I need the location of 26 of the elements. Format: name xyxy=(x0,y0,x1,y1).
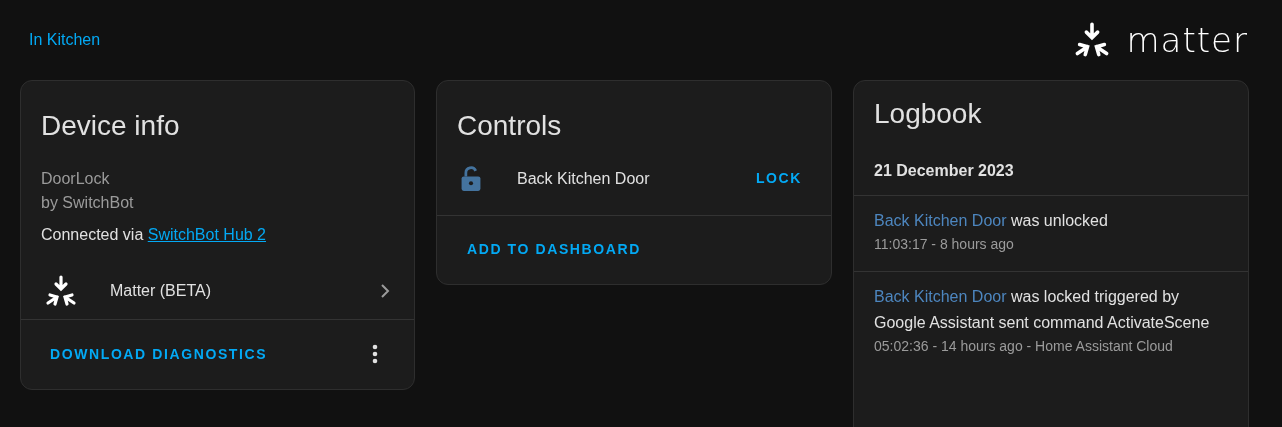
area-link[interactable]: In Kitchen xyxy=(29,28,101,52)
logbook-message: Back Kitchen Door was locked triggered by Google Assistant sent command ActivateScene xyxy=(874,286,1211,333)
matter-logo-icon xyxy=(1074,22,1111,58)
entity-link[interactable]: Back Kitchen Door xyxy=(874,211,1007,229)
entry-timestamp: 11:03:17 - 8 hours ago xyxy=(874,234,1015,254)
matter-wordmark: matter xyxy=(1126,23,1248,57)
connected-via-text: Connected via SwitchBot Hub 2 xyxy=(41,224,267,245)
card-title: Logbook xyxy=(873,97,983,131)
model-text: DoorLock xyxy=(41,168,111,189)
manufacturer-text: by SwitchBot xyxy=(41,192,135,213)
card-title: Controls xyxy=(456,109,563,143)
lock-button[interactable]: LOCK xyxy=(746,162,811,196)
logbook-message: Back Kitchen Door was unlocked xyxy=(874,210,1109,231)
integration-row[interactable]: Matter (BETA) xyxy=(21,262,414,319)
date-heading: 21 December 2023 xyxy=(873,160,1015,181)
integration-icon xyxy=(45,274,77,307)
add-to-dashboard-button[interactable]: ADD TO DASHBOARD xyxy=(458,232,650,266)
download-diagnostics-button[interactable]: DOWNLOAD DIAGNOSTICS xyxy=(41,337,277,371)
hub-link[interactable]: SwitchBot Hub 2 xyxy=(147,225,266,243)
entity-name[interactable]: Back Kitchen Door xyxy=(517,166,650,191)
integration-name: Matter (BETA) xyxy=(110,280,212,301)
more-options-icon[interactable] xyxy=(372,344,378,365)
entry-timestamp: 05:02:36 - 14 hours ago - Home Assistant Cloud xyxy=(874,336,1174,356)
card-title: Device info xyxy=(40,109,181,143)
chevron-right-icon xyxy=(380,282,390,299)
entity-link[interactable]: Back Kitchen Door xyxy=(874,287,1007,305)
